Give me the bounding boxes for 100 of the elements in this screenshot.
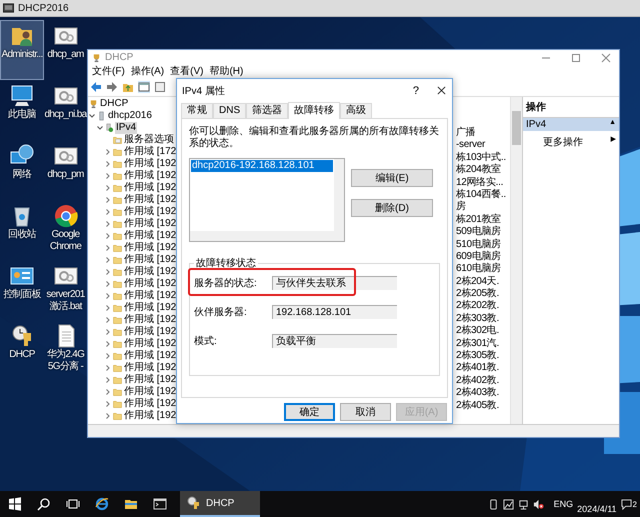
tree-item[interactable]: 作用域 [192 xyxy=(123,302,176,314)
action-link[interactable]: 更多操作 xyxy=(543,135,583,149)
tree-item[interactable]: 作用域 [192 xyxy=(123,290,176,302)
chevron-right-icon[interactable] xyxy=(104,160,112,168)
desktop-icon[interactable]: 此电脑 xyxy=(0,80,44,140)
start-icon[interactable] xyxy=(8,497,22,511)
tree-item[interactable]: IPv4 xyxy=(115,122,138,134)
tree-item[interactable]: 作用域 [192 xyxy=(123,386,176,398)
terminal-icon[interactable] xyxy=(153,497,167,511)
browser-icon[interactable] xyxy=(95,497,109,511)
tree-item[interactable]: 服务器选项 xyxy=(123,134,175,146)
desktop-icon[interactable]: dhcp_pm xyxy=(44,140,87,200)
folder-icon[interactable] xyxy=(124,497,138,511)
tree-item[interactable]: 作用域 [192 xyxy=(123,182,176,194)
chevron-right-icon[interactable] xyxy=(104,184,112,192)
menu-item[interactable]: 查看(V) xyxy=(170,66,204,78)
tree-item[interactable]: 作用域 [192 xyxy=(123,410,176,422)
tree-item[interactable]: 作用域 [192 xyxy=(123,350,176,362)
tree-item[interactable]: 作用域 [192 xyxy=(123,398,176,410)
chevron-right-icon[interactable] xyxy=(104,304,112,312)
chevron-right-icon[interactable] xyxy=(104,364,112,372)
tab[interactable]: 筛选器 xyxy=(246,103,288,118)
tree-item[interactable]: dhcp2016 xyxy=(107,110,153,122)
desktop-icon[interactable]: 控制面板 xyxy=(0,260,44,320)
chevron-right-icon[interactable] xyxy=(104,208,112,216)
close-icon[interactable] xyxy=(437,86,446,95)
dialog-button[interactable]: 编辑(E) xyxy=(351,169,433,187)
list-item[interactable]: dhcp2016-192.168.128.101 xyxy=(191,160,333,172)
desktop-icon[interactable]: 回收站 xyxy=(0,200,44,260)
tab[interactable]: 常规 xyxy=(181,103,213,118)
tree-item[interactable]: 作用域 [192 xyxy=(123,338,176,350)
desktop-icon[interactable]: Google Chrome xyxy=(44,200,87,260)
network-icon[interactable] xyxy=(518,498,529,510)
desktop-icon[interactable]: dhcp_ni.ba xyxy=(44,80,87,140)
tree-item[interactable]: 作用域 [192 xyxy=(123,326,176,338)
tab[interactable]: 故障转移 xyxy=(288,102,340,119)
chevron-right-icon[interactable] xyxy=(104,172,112,180)
desktop-icon[interactable]: 华为2.4G 5G分离 - xyxy=(44,320,87,380)
scrollbar[interactable] xyxy=(190,231,344,241)
desktop-icon[interactable]: Administr... xyxy=(0,20,44,80)
chevron-right-icon[interactable] xyxy=(104,328,112,336)
tree-item[interactable]: 作用域 [192 xyxy=(123,374,176,386)
dialog-button[interactable]: 删除(D) xyxy=(351,199,433,217)
muted-speaker-icon[interactable] xyxy=(532,498,544,510)
up-folder-icon[interactable] xyxy=(122,81,134,93)
panel-icon[interactable] xyxy=(138,81,150,93)
tree-item[interactable]: 作用域 [192 xyxy=(123,242,176,254)
chevron-right-icon[interactable] xyxy=(104,268,112,276)
tab[interactable]: 高级 xyxy=(340,103,372,118)
search-icon[interactable] xyxy=(37,497,51,511)
clock-date[interactable]: 2024/4/11 xyxy=(577,494,617,514)
tree-item[interactable]: 作用域 [192 xyxy=(123,206,176,218)
chevron-down-icon[interactable] xyxy=(96,124,104,132)
chevron-right-icon[interactable] xyxy=(104,280,112,288)
scrollbar[interactable] xyxy=(510,97,522,424)
chevron-down-icon[interactable] xyxy=(88,112,96,120)
dialog-button[interactable]: 确定 xyxy=(284,403,335,421)
tree-item[interactable]: 作用域 [192 xyxy=(123,278,176,290)
chevron-right-icon[interactable] xyxy=(104,256,112,264)
phone-icon[interactable] xyxy=(488,498,499,510)
taskbar-app[interactable]: DHCP xyxy=(180,491,260,517)
chevron-right-icon[interactable] xyxy=(104,196,112,204)
chevron-right-icon[interactable] xyxy=(104,148,112,156)
chevron-right-icon[interactable] xyxy=(104,400,112,408)
dialog-button[interactable]: 取消 xyxy=(340,403,391,421)
chevron-right-icon[interactable] xyxy=(104,388,112,396)
tree-item[interactable]: 作用域 [192 xyxy=(123,314,176,326)
tree-item[interactable]: DHCP xyxy=(99,98,130,110)
desktop-icon[interactable]: dhcp_am xyxy=(44,20,87,80)
chevron-right-icon[interactable] xyxy=(104,412,112,420)
help-button[interactable]: ? xyxy=(412,84,419,96)
menu-item[interactable]: 帮助(H) xyxy=(209,66,244,78)
chevron-right-icon[interactable] xyxy=(104,352,112,360)
desktop-icon[interactable]: DHCP xyxy=(0,320,44,380)
tree-item[interactable]: 作用域 [192 xyxy=(123,230,176,242)
chevron-right-icon[interactable] xyxy=(104,220,112,228)
tree-item[interactable]: 作用域 [192 xyxy=(123,254,176,266)
chevron-right-icon[interactable] xyxy=(104,244,112,252)
tree-item[interactable]: 作用域 [192 xyxy=(123,218,176,230)
tree-item[interactable]: 作用域 [192 xyxy=(123,266,176,278)
tree-item[interactable]: 作用域 [192 xyxy=(123,362,176,374)
language-indicator[interactable]: ENG xyxy=(554,499,574,509)
tree-item[interactable]: 作用域 [192 xyxy=(123,158,176,170)
forward-arrow-icon[interactable] xyxy=(106,81,118,93)
back-arrow-icon[interactable] xyxy=(90,81,102,93)
tree-item[interactable]: 作用域 [192 xyxy=(123,170,176,182)
chevron-right-icon[interactable] xyxy=(104,232,112,240)
desktop-icon[interactable]: 网络 xyxy=(0,140,44,200)
menu-item[interactable]: 操作(A) xyxy=(130,66,164,78)
notification-button[interactable]: 2 xyxy=(620,498,637,510)
chevron-right-icon[interactable] xyxy=(104,340,112,348)
chevron-right-icon[interactable] xyxy=(104,316,112,324)
chevron-right-icon[interactable] xyxy=(104,376,112,384)
chart-icon[interactable] xyxy=(502,498,514,510)
tree-item[interactable]: 作用域 [192 xyxy=(123,194,176,206)
scrollbar[interactable] xyxy=(334,159,344,231)
menu-item[interactable]: 文件(F) xyxy=(92,66,125,78)
list-icon[interactable] xyxy=(154,81,166,93)
tab[interactable]: DNS xyxy=(213,103,246,118)
chevron-right-icon[interactable] xyxy=(104,292,112,300)
